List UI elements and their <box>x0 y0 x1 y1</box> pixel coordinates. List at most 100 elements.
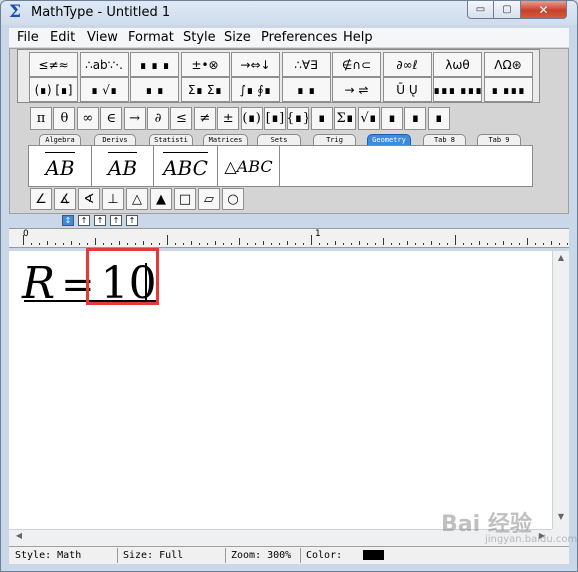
nudge-button[interactable]: ↑ <box>126 215 138 226</box>
ruler-tick <box>431 241 432 245</box>
ruler-tick <box>303 243 304 245</box>
template-label: △ABC <box>224 156 273 176</box>
palette-button[interactable]: ΛΩ⊛ <box>483 52 533 77</box>
symbol-button[interactable]: ± <box>217 107 240 130</box>
maximize-button[interactable]: ▢ <box>494 1 521 19</box>
palette-button[interactable]: ∎ √∎ <box>79 77 129 102</box>
ruler[interactable]: 0 1 <box>9 228 569 248</box>
palette-button[interactable]: ∫∎ ∮∎ <box>231 77 280 102</box>
symbol-button[interactable]: Σ∎ <box>334 107 357 130</box>
symbol-button[interactable]: ∎ <box>310 107 333 130</box>
symbol-button[interactable]: {∎} <box>287 107 310 130</box>
palette-button[interactable]: ∂∞ℓ <box>382 52 432 77</box>
watermark: Bai 经验 jingyan.baidu.com <box>441 506 577 545</box>
ruler-tick <box>359 241 360 245</box>
palette-button[interactable]: Σ∎ Σ∎ <box>180 77 230 102</box>
symbol-button[interactable]: √∎ <box>357 107 380 130</box>
ruler-tick <box>191 241 192 245</box>
scroll-up-icon[interactable]: ▲ <box>553 253 569 269</box>
palette-button[interactable]: → ⇌ <box>332 77 381 102</box>
symbol-button[interactable]: ≤ <box>170 107 193 130</box>
geometry-symbol-button[interactable]: ∡ <box>54 188 76 210</box>
symbol-button[interactable]: → <box>123 107 146 130</box>
menu-size[interactable]: Size <box>224 30 251 45</box>
menu-format[interactable]: Format <box>128 30 174 45</box>
window-title: MathType - Untitled 1 <box>31 5 171 20</box>
palette-button[interactable]: ∉∩⊂ <box>332 52 381 77</box>
geometry-symbol-button[interactable]: ▱ <box>198 188 220 210</box>
menu-style[interactable]: Style <box>183 30 216 45</box>
status-style: Style: Math <box>15 550 82 561</box>
ruler-tick <box>415 243 416 245</box>
ruler-tick <box>71 241 72 245</box>
ruler-tick <box>263 241 264 245</box>
geometry-symbol-button[interactable]: ○ <box>222 188 244 210</box>
template-line-ab[interactable]: AB <box>92 146 154 186</box>
palette-button[interactable]: ∎ ∎ <box>130 77 179 102</box>
palette-button[interactable]: →⇔↓ <box>231 52 280 77</box>
palette-button[interactable]: ∎ ∎ ∎ <box>130 52 179 77</box>
palette-button[interactable]: λωθ <box>433 52 482 77</box>
template-arc-abc[interactable]: ABC <box>154 146 218 186</box>
symbol-button[interactable]: π <box>30 107 52 130</box>
symbol-button[interactable]: [∎] <box>264 107 286 130</box>
symbol-button[interactable]: ≠ <box>193 107 216 130</box>
minimize-button[interactable]: ▭ <box>467 1 494 19</box>
palette-button[interactable]: ±•⊗ <box>180 52 230 77</box>
ruler-tick <box>503 241 504 245</box>
geometry-symbol-button[interactable]: ∢ <box>78 188 100 210</box>
ruler-tick <box>351 243 352 245</box>
template-vector-ab[interactable]: AB <box>29 146 92 186</box>
palette-button[interactable]: ∴∀∃ <box>281 52 331 77</box>
ruler-tick <box>39 243 40 245</box>
palette-button[interactable]: (∎) [∎] <box>29 77 78 102</box>
ruler-tick <box>247 243 248 245</box>
symbol-button[interactable]: ∎ <box>404 107 427 130</box>
ruler-tick <box>335 241 336 245</box>
symbol-button[interactable]: ∂ <box>147 107 169 130</box>
ruler-tick <box>55 243 56 245</box>
symbol-button[interactable]: ∈ <box>100 107 123 130</box>
geometry-symbol-button[interactable]: □ <box>174 188 196 210</box>
menu-file[interactable]: File <box>17 30 39 45</box>
nudge-button[interactable]: ↕ <box>62 215 74 226</box>
palette-button[interactable]: Ū Ų <box>382 77 432 102</box>
ruler-tick <box>439 243 440 245</box>
scroll-left-icon[interactable]: ◀ <box>11 531 27 546</box>
palette-button[interactable]: ∎∎∎ ∎∎∎ <box>433 77 482 102</box>
template-triangle-abc[interactable]: △ABC <box>218 146 280 186</box>
menu-help[interactable]: Help <box>343 30 373 45</box>
status-size: Size: Full <box>123 550 184 561</box>
symbol-button[interactable]: ∞ <box>76 107 99 130</box>
nudge-button[interactable]: ↑ <box>110 215 122 226</box>
menu-edit[interactable]: Edit <box>50 30 75 45</box>
template-label: AB <box>107 152 138 180</box>
geometry-symbol-button[interactable]: ∠ <box>30 188 52 210</box>
palette-button[interactable]: ∎ ∎∎∎ <box>483 77 533 102</box>
ruler-tick <box>279 243 280 245</box>
symbol-button[interactable]: ∎ <box>381 107 403 130</box>
vertical-scrollbar[interactable]: ▲ ▼ <box>552 251 569 529</box>
nudge-button[interactable]: ↑ <box>94 215 106 226</box>
close-button[interactable]: ✕ <box>521 1 567 19</box>
tab-panel-geometry: AB AB ABC △ABC <box>28 145 533 187</box>
ruler-tick <box>207 243 208 245</box>
nudge-button[interactable]: ↑ <box>78 215 90 226</box>
palette-button[interactable]: ≤≠≈ <box>29 52 78 77</box>
template-label: AB <box>45 152 75 180</box>
palette-button[interactable]: ∎ ∎ <box>281 77 331 102</box>
highlight-box <box>86 248 159 305</box>
ruler-tick <box>223 243 224 245</box>
symbol-button[interactable]: ∎ <box>427 107 450 130</box>
geometry-symbol-button[interactable]: ⊥ <box>102 188 124 210</box>
palette-button[interactable]: ∴ab∵·. <box>79 52 129 77</box>
symbol-button[interactable]: (∎) <box>240 107 263 130</box>
ruler-tick <box>103 243 104 245</box>
menu-preferences[interactable]: Preferences <box>261 30 337 45</box>
symbol-button[interactable]: θ <box>53 107 76 130</box>
geometry-symbol-button[interactable]: ▲ <box>150 188 172 210</box>
ruler-tick <box>111 243 112 245</box>
geometry-symbol-button[interactable]: △ <box>126 188 148 210</box>
ruler-tick <box>287 241 288 245</box>
menu-view[interactable]: View <box>87 30 118 45</box>
